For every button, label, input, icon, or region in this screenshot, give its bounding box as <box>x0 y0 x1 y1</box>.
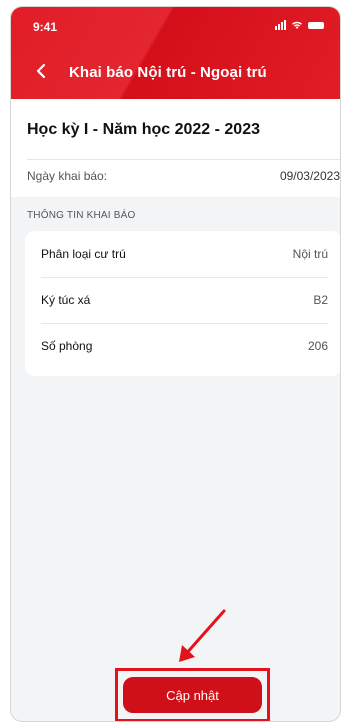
divider <box>27 159 340 160</box>
info-row-value: B2 <box>313 293 328 307</box>
pointer-arrow-icon <box>179 609 226 662</box>
app-header: 9:41 Khai báo Nội trú - Ngoại trú <box>11 7 340 99</box>
info-row-label: Ký túc xá <box>41 293 91 307</box>
info-row-label: Phân loại cư trú <box>41 247 126 261</box>
signal-icon <box>275 20 286 30</box>
info-row-label: Số phòng <box>41 339 93 353</box>
declaration-date-label: Ngày khai báo: <box>27 169 108 183</box>
update-button-highlight: Cập nhật <box>115 668 270 721</box>
info-row-residence-type: Phân loại cư trú Nội trú <box>41 231 328 277</box>
page-title: Khai báo Nội trú - Ngoại trú <box>69 64 267 81</box>
back-arrow-icon[interactable] <box>33 62 51 80</box>
status-time: 9:41 <box>33 20 58 34</box>
declaration-date-value: 09/03/2023 <box>279 169 340 183</box>
phone-screen: 9:41 Khai báo Nội trú - Ngoại trú Học kỳ… <box>10 6 341 722</box>
status-icons <box>275 20 324 30</box>
info-row-value: 206 <box>307 339 328 353</box>
wifi-icon <box>292 21 302 29</box>
update-button[interactable]: Cập nhật <box>123 677 262 713</box>
info-row-value: Nội trú <box>292 247 328 261</box>
section-title: THÔNG TIN KHAI BÁO <box>27 210 136 221</box>
info-row-dormitory: Ký túc xá B2 <box>41 277 328 323</box>
battery-icon <box>308 21 324 29</box>
semester-panel: Học kỳ I - Năm học 2022 - 2023 Ngày khai… <box>11 99 340 197</box>
info-row-room-number: Số phòng 206 <box>41 323 328 369</box>
semester-title: Học kỳ I - Năm học 2022 - 2023 <box>27 121 260 138</box>
info-card: Phân loại cư trú Nội trú Ký túc xá B2 Số… <box>25 231 340 376</box>
